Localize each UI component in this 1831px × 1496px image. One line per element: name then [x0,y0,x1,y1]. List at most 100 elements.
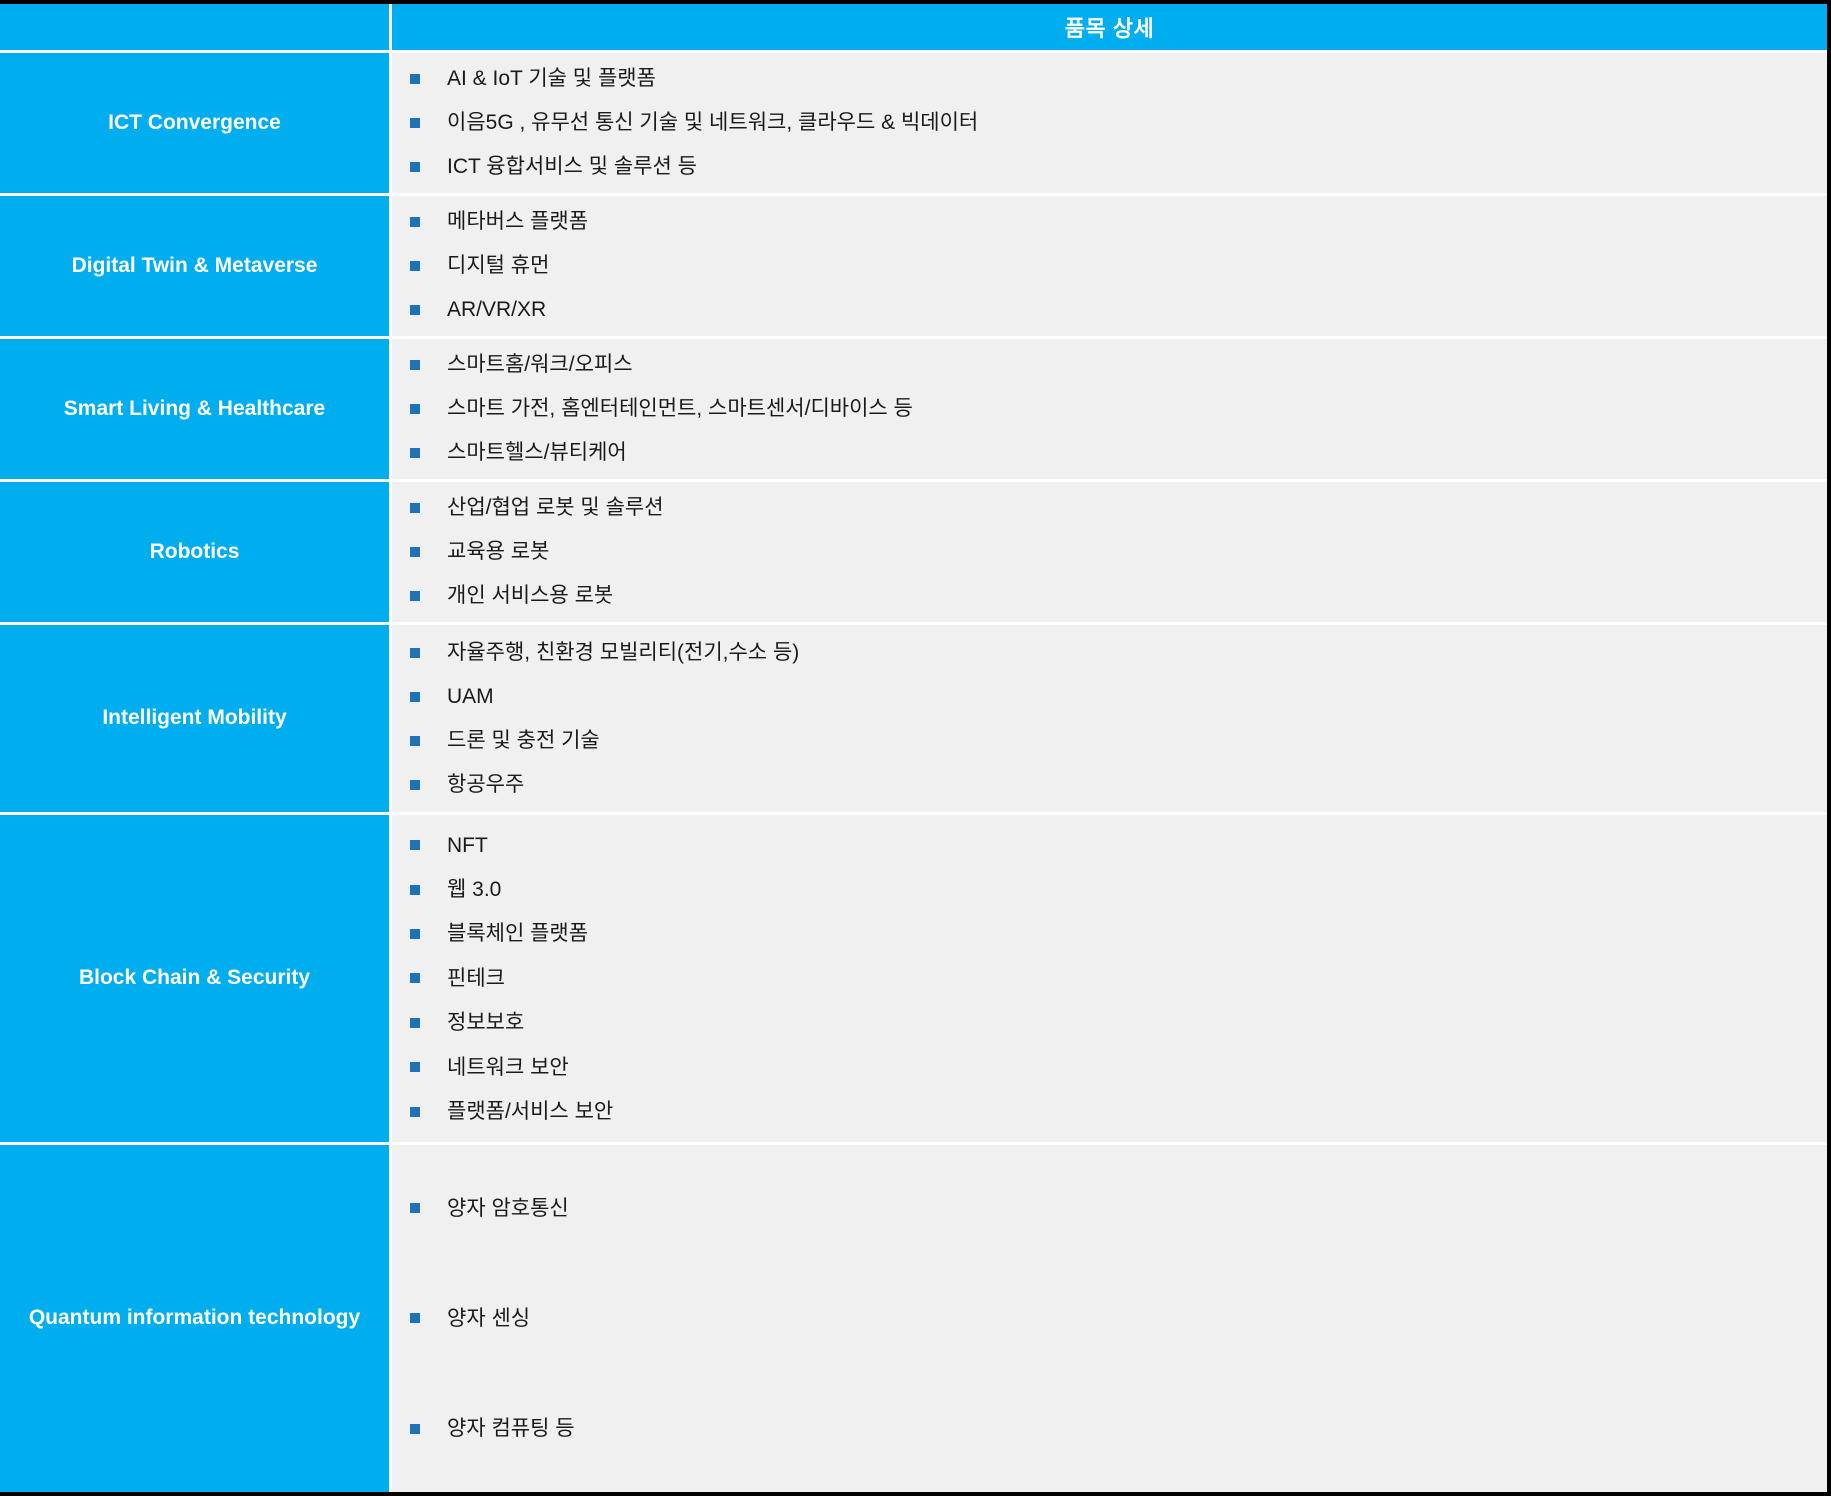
table-row: Intelligent Mobility 자율주행, 친환경 모빌리티(전기,수소… [0,622,1827,812]
table-row: Quantum information technology 양자 암호통신 양자 … [0,1142,1827,1492]
list-item: 네트워크 보안 [392,1045,1827,1089]
list-item-label: 양자 컴퓨팅 등 [447,1417,575,1441]
list-item-label: NFT [447,833,488,857]
square-bullet-icon [410,404,420,414]
list-item-label: 스마트헬스/뷰티케어 [447,441,627,465]
list-item: 양자 컴퓨팅 등 [392,1374,1827,1484]
square-bullet-icon [410,1313,420,1324]
category-cell: Smart Living & Healthcare [0,339,392,479]
list-item: 디지털 휴먼 [392,244,1827,288]
table-row: ICT Convergence AI & IoT 기술 및 플랫폼 이음5G , 유… [0,50,1827,193]
list-item-label: 스마트홈/워크/오피스 [447,353,633,377]
square-bullet-icon [410,1203,420,1214]
list-item: 드론 및 충전 기술 [392,719,1827,763]
list-item-label: 양자 센싱 [447,1306,531,1330]
table-header-row: 품목 상세 [0,4,1827,50]
list-item-label: 메타버스 플랫폼 [447,210,589,234]
list-item-label: 플랫폼/서비스 보안 [447,1100,614,1124]
square-bullet-icon [410,840,420,851]
list-item: 항공우주 [392,763,1827,807]
square-bullet-icon [410,74,420,84]
list-item-label: 드론 및 충전 기술 [447,728,600,752]
square-bullet-icon [410,691,420,702]
square-bullet-icon [410,929,420,940]
list-item-label: 개인 서비스용 로봇 [447,584,614,608]
square-bullet-icon [410,1423,420,1434]
table-row: Robotics 산업/협업 로봇 및 솔루션 교육용 로봇 개인 서비스용 로봇 [0,479,1827,622]
list-item: 이음5G , 유무선 통신 기술 및 네트워크, 클라우드 & 빅데이터 [392,101,1827,145]
detail-cell: 스마트홈/워크/오피스스마트 가전, 홈엔터테인먼트, 스마트센서/디바이스 등… [392,339,1827,479]
square-bullet-icon [410,305,420,315]
list-item: 스마트홈/워크/오피스 [392,343,1827,387]
list-item: 핀테크 [392,956,1827,1000]
list-item: 자율주행, 친환경 모빌리티(전기,수소 등) [392,631,1827,675]
category-cell: Intelligent Mobility [0,625,392,812]
list-item-label: AI & IoT 기술 및 플랫폼 [447,67,656,91]
list-item: AR/VR/XR [392,288,1827,332]
category-cell: ICT Convergence [0,53,392,193]
list-item-label: 네트워크 보안 [447,1055,569,1079]
list-item: 개인 서비스용 로봇 [392,574,1827,618]
square-bullet-icon [410,118,420,128]
detail-cell: NFT 웹 3.0 블록체인 플랫폼핀테크정보보호네트워크 보안플랫폼/서비스 보안 [392,815,1827,1142]
square-bullet-icon [410,547,420,557]
table-row: Digital Twin & Metaverse 메타버스 플랫폼디지털 휴먼 AR… [0,193,1827,336]
list-item-label: 양자 암호통신 [447,1196,569,1220]
item-detail-table-root: 품목 상세 ICT Convergence AI & IoT 기술 및 플랫폼 이음… [0,0,1831,1496]
list-item: 정보보호 [392,1001,1827,1045]
list-item-label: 자율주행, 친환경 모빌리티(전기,수소 등) [447,640,800,664]
detail-cell: AI & IoT 기술 및 플랫폼이음5G , 유무선 통신 기술 및 네트워크… [392,53,1827,193]
square-bullet-icon [410,735,420,746]
list-item: 플랫폼/서비스 보안 [392,1090,1827,1134]
square-bullet-icon [410,162,420,172]
list-item-label: 디지털 휴먼 [447,254,550,278]
list-item-label: 산업/협업 로봇 및 솔루션 [447,496,664,520]
list-item: 산업/협업 로봇 및 솔루션 [392,486,1827,530]
list-item: 양자 센싱 [392,1263,1827,1373]
square-bullet-icon [410,503,420,513]
detail-cell: 양자 암호통신양자 센싱양자 컴퓨팅 등 [392,1145,1827,1492]
list-item-label: ICT 융합서비스 및 솔루션 등 [447,155,697,179]
list-item-label: 이음5G , 유무선 통신 기술 및 네트워크, 클라우드 & 빅데이터 [447,111,979,135]
detail-cell: 산업/협업 로봇 및 솔루션교육용 로봇개인 서비스용 로봇 [392,482,1827,622]
list-item-label: 웹 3.0 [447,878,502,901]
list-item: 양자 암호통신 [392,1153,1827,1263]
list-item-label: 교육용 로봇 [447,540,550,564]
square-bullet-icon [410,1017,420,1028]
list-item-label: 항공우주 [447,772,525,796]
square-bullet-icon [410,261,420,271]
item-detail-table: 품목 상세 ICT Convergence AI & IoT 기술 및 플랫폼 이음… [0,4,1827,1492]
category-cell: Digital Twin & Metaverse [0,196,392,336]
table-row: Smart Living & Healthcare 스마트홈/워크/오피스 스마트 … [0,336,1827,479]
category-cell: Quantum information technology [0,1145,392,1492]
square-bullet-icon [410,973,420,984]
square-bullet-icon [410,884,420,895]
header-detail-title: 품목 상세 [392,4,1827,50]
list-item-label: 핀테크 [447,966,505,990]
square-bullet-icon [410,217,420,227]
square-bullet-icon [410,779,420,790]
detail-cell: 자율주행, 친환경 모빌리티(전기,수소 등) UAM 드론 및 충전 기술항공우주 [392,625,1827,812]
header-category-column [0,4,392,50]
category-cell: Block Chain & Security [0,815,392,1142]
detail-cell: 메타버스 플랫폼디지털 휴먼 AR/VR/XR [392,196,1827,336]
list-item: 스마트헬스/뷰티케어 [392,431,1827,475]
list-item: 웹 3.0 [392,867,1827,911]
square-bullet-icon [410,360,420,370]
list-item: 메타버스 플랫폼 [392,200,1827,244]
list-item-label: UAM [447,684,494,708]
category-cell: Robotics [0,482,392,622]
square-bullet-icon [410,448,420,458]
list-item-label: 블록체인 플랫폼 [447,922,589,946]
list-item: AI & IoT 기술 및 플랫폼 [392,57,1827,101]
table-body: ICT Convergence AI & IoT 기술 및 플랫폼 이음5G , 유… [0,50,1827,1492]
square-bullet-icon [410,1062,420,1073]
table-row: Block Chain & Security NFT 웹 3.0 블록체인 플랫폼핀테… [0,812,1827,1142]
list-item: 블록체인 플랫폼 [392,912,1827,956]
list-item: ICT 융합서비스 및 솔루션 등 [392,145,1827,189]
list-item-label: 정보보호 [447,1011,525,1035]
square-bullet-icon [410,647,420,658]
list-item: NFT [392,823,1827,867]
list-item: 스마트 가전, 홈엔터테인먼트, 스마트센서/디바이스 등 [392,387,1827,431]
list-item-label: 스마트 가전, 홈엔터테인먼트, 스마트센서/디바이스 등 [447,397,913,421]
